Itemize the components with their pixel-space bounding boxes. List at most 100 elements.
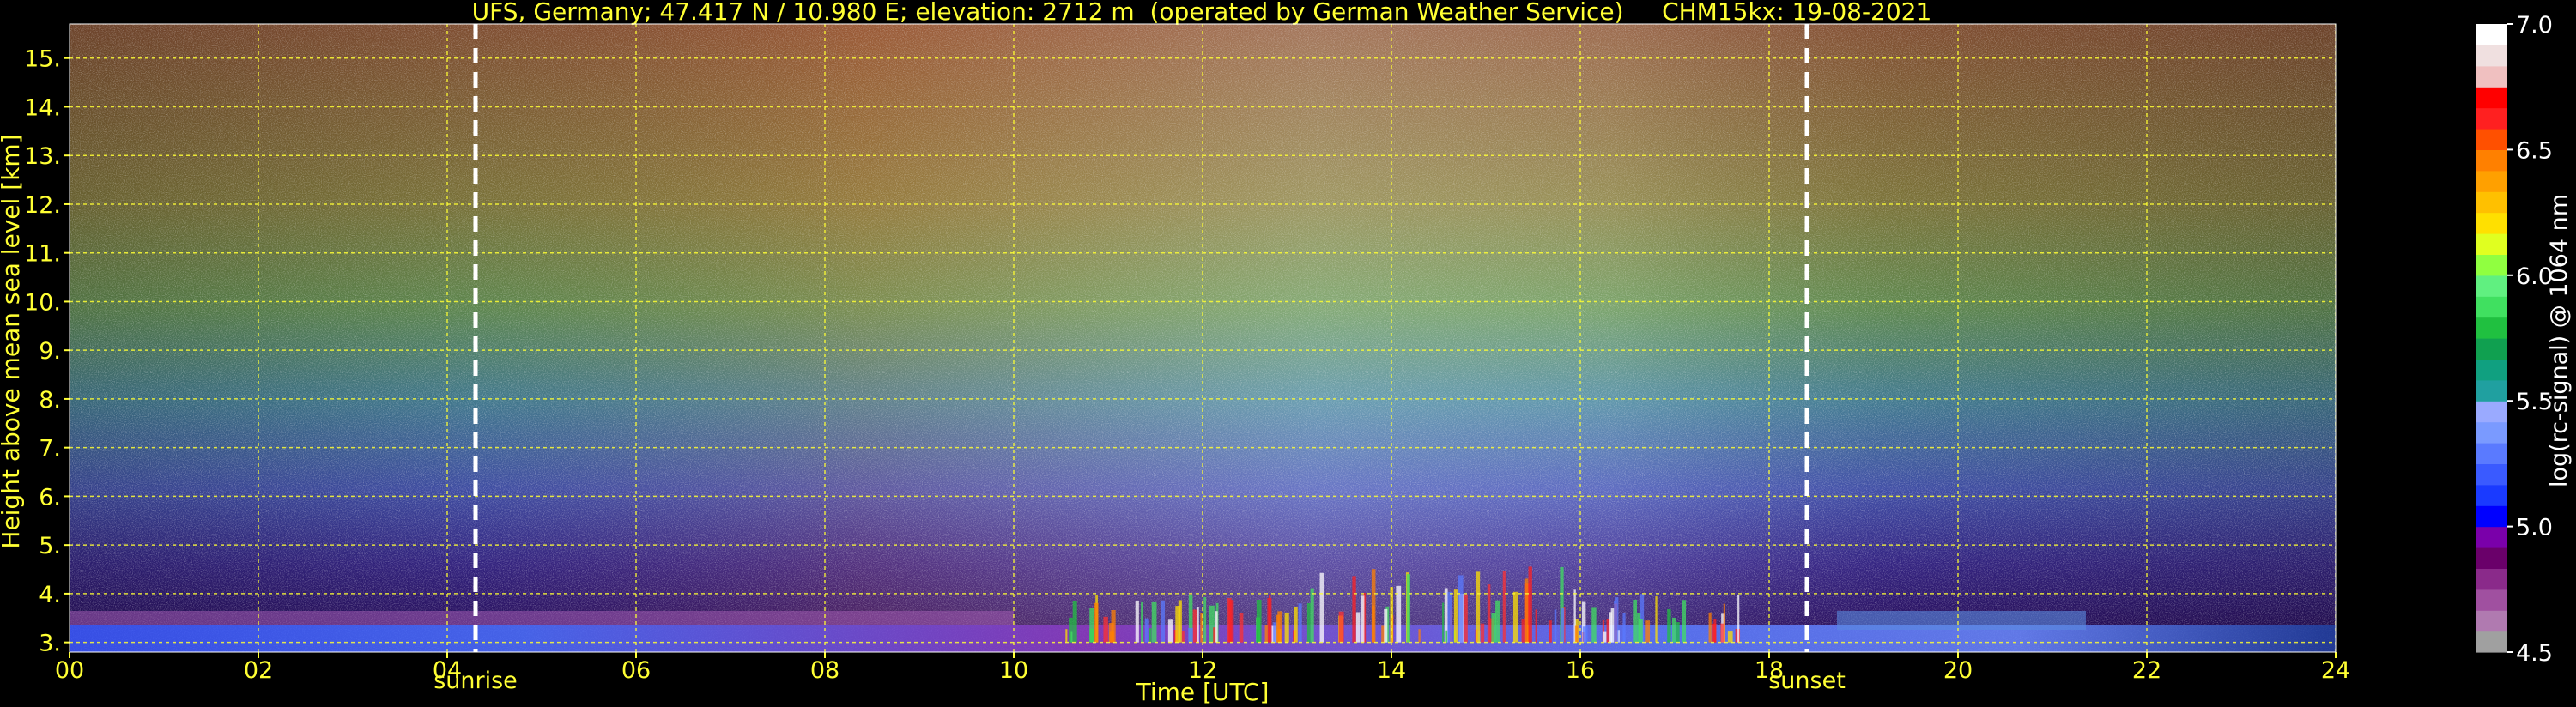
convection-streak — [1442, 602, 1445, 643]
colorbar-tick-label: 4.5 — [2516, 640, 2553, 667]
convection-streak — [1638, 619, 1643, 643]
colorbar-segment — [2476, 379, 2507, 402]
colorbar-segment — [2476, 296, 2507, 318]
colorbar-segment — [2476, 275, 2507, 297]
convection-streak — [1215, 611, 1218, 643]
convection-streak — [1671, 617, 1676, 643]
colorbar-segment — [2476, 107, 2507, 130]
convection-streak — [1269, 594, 1271, 643]
convection-streak — [1458, 575, 1464, 643]
convection-streak — [1396, 585, 1402, 643]
y-tick-label: 9. — [39, 338, 61, 365]
convection-streak — [1502, 571, 1506, 643]
convection-streak — [1175, 606, 1180, 643]
convection-streak — [1549, 620, 1552, 643]
y-axis-label: Height above mean sea level [km] — [0, 134, 25, 548]
convection-streak — [1633, 599, 1637, 643]
colorbar-segment — [2476, 87, 2507, 109]
noise-texture — [70, 24, 2336, 652]
convection-streak — [1203, 596, 1207, 643]
convection-streak — [1708, 612, 1712, 643]
convection-streak — [1491, 613, 1496, 643]
y-tick-label: 6. — [39, 484, 61, 511]
colorbar-segment — [2476, 421, 2507, 444]
colorbar: 4.55.05.56.06.57.0 — [2476, 12, 2553, 667]
convection-streak — [1144, 618, 1149, 643]
x-tick-label: 10 — [999, 657, 1028, 684]
plot-area — [70, 24, 2336, 652]
y-tick-label: 13. — [24, 143, 61, 170]
convection-streak — [1319, 572, 1324, 643]
convection-streak — [1239, 613, 1244, 643]
convection-streak — [1682, 600, 1687, 643]
colorbar-segment — [2476, 149, 2507, 172]
colorbar-segment — [2476, 547, 2507, 569]
colorbar-segment — [2476, 317, 2507, 339]
convection-streak — [1574, 625, 1579, 643]
y-tick-label: 4. — [39, 582, 61, 608]
convection-streak — [1310, 588, 1314, 643]
x-tick-label: 08 — [810, 657, 839, 684]
convection-streak — [1655, 596, 1658, 643]
convection-streak — [1355, 612, 1361, 643]
colorbar-segment — [2476, 505, 2507, 528]
residual-layer — [70, 611, 1014, 625]
convection-streak — [1338, 611, 1344, 643]
convection-streak — [1445, 630, 1448, 643]
convection-streak — [1447, 591, 1452, 643]
x-tick-label: 02 — [244, 657, 273, 684]
colorbar-segment — [2476, 254, 2507, 276]
convection-streak — [1675, 622, 1680, 643]
convection-streak — [1480, 623, 1485, 643]
convection-streak — [1384, 608, 1388, 643]
x-tick-label: 06 — [621, 657, 651, 684]
colorbar-segment — [2476, 191, 2507, 214]
convection-streak — [1151, 601, 1157, 643]
colorbar-segment — [2476, 631, 2507, 653]
convection-streak — [1294, 607, 1298, 643]
convection-streak — [1711, 623, 1717, 643]
convection-streak — [1284, 612, 1289, 643]
colorbar-tick-label: 5.0 — [2516, 515, 2553, 541]
colorbar-segment — [2476, 212, 2507, 234]
convection-streak — [1561, 607, 1565, 643]
convection-streak — [1306, 603, 1311, 643]
y-tick-label: 8. — [39, 387, 61, 414]
colorbar-segment — [2476, 463, 2507, 486]
colorbar-segment — [2476, 401, 2507, 423]
x-tick-label: 00 — [55, 657, 84, 684]
colorbar-segment — [2476, 589, 2507, 611]
convection-streak — [1070, 631, 1073, 643]
convection-streak — [1103, 616, 1108, 643]
convection-streak — [1615, 597, 1619, 643]
colorbar-segment — [2476, 484, 2507, 506]
colorbar-segment — [2476, 443, 2507, 464]
convection-streak — [1264, 625, 1268, 643]
convection-streak — [1256, 600, 1262, 643]
convection-streak — [1167, 619, 1173, 643]
colorbar-segment — [2476, 359, 2507, 381]
convection-streak — [1453, 589, 1458, 643]
sunrise-label: sunrise — [433, 668, 518, 694]
colorbar-segment — [2476, 568, 2507, 590]
colorbar-tick-label: 7.0 — [2516, 12, 2553, 39]
convection-streak — [1149, 628, 1152, 643]
convection-streak — [1277, 611, 1282, 643]
lidar-chart: 3.4.5.6.7.8.9.10.11.12.13.14.15. 00 02 04 0… — [0, 0, 2573, 706]
convection-streak — [1554, 609, 1557, 643]
sunset-label: sunset — [1768, 668, 1846, 694]
x-tick-label: 20 — [1943, 657, 1973, 684]
convection-streak — [1521, 619, 1525, 643]
y-tick-label: 14. — [24, 94, 61, 121]
convection-streak — [1065, 629, 1068, 643]
convection-streak — [1645, 620, 1651, 643]
x-tick-label: 24 — [2321, 657, 2350, 684]
convection-streak — [1418, 629, 1421, 643]
convection-streak — [1141, 601, 1143, 643]
colorbar-segment — [2476, 129, 2507, 150]
convection-streak — [1622, 613, 1626, 643]
convection-streak — [1181, 631, 1185, 643]
convection-streak — [1723, 603, 1725, 643]
x-tick-label: 14 — [1377, 657, 1406, 684]
convection-streak — [1406, 574, 1411, 643]
